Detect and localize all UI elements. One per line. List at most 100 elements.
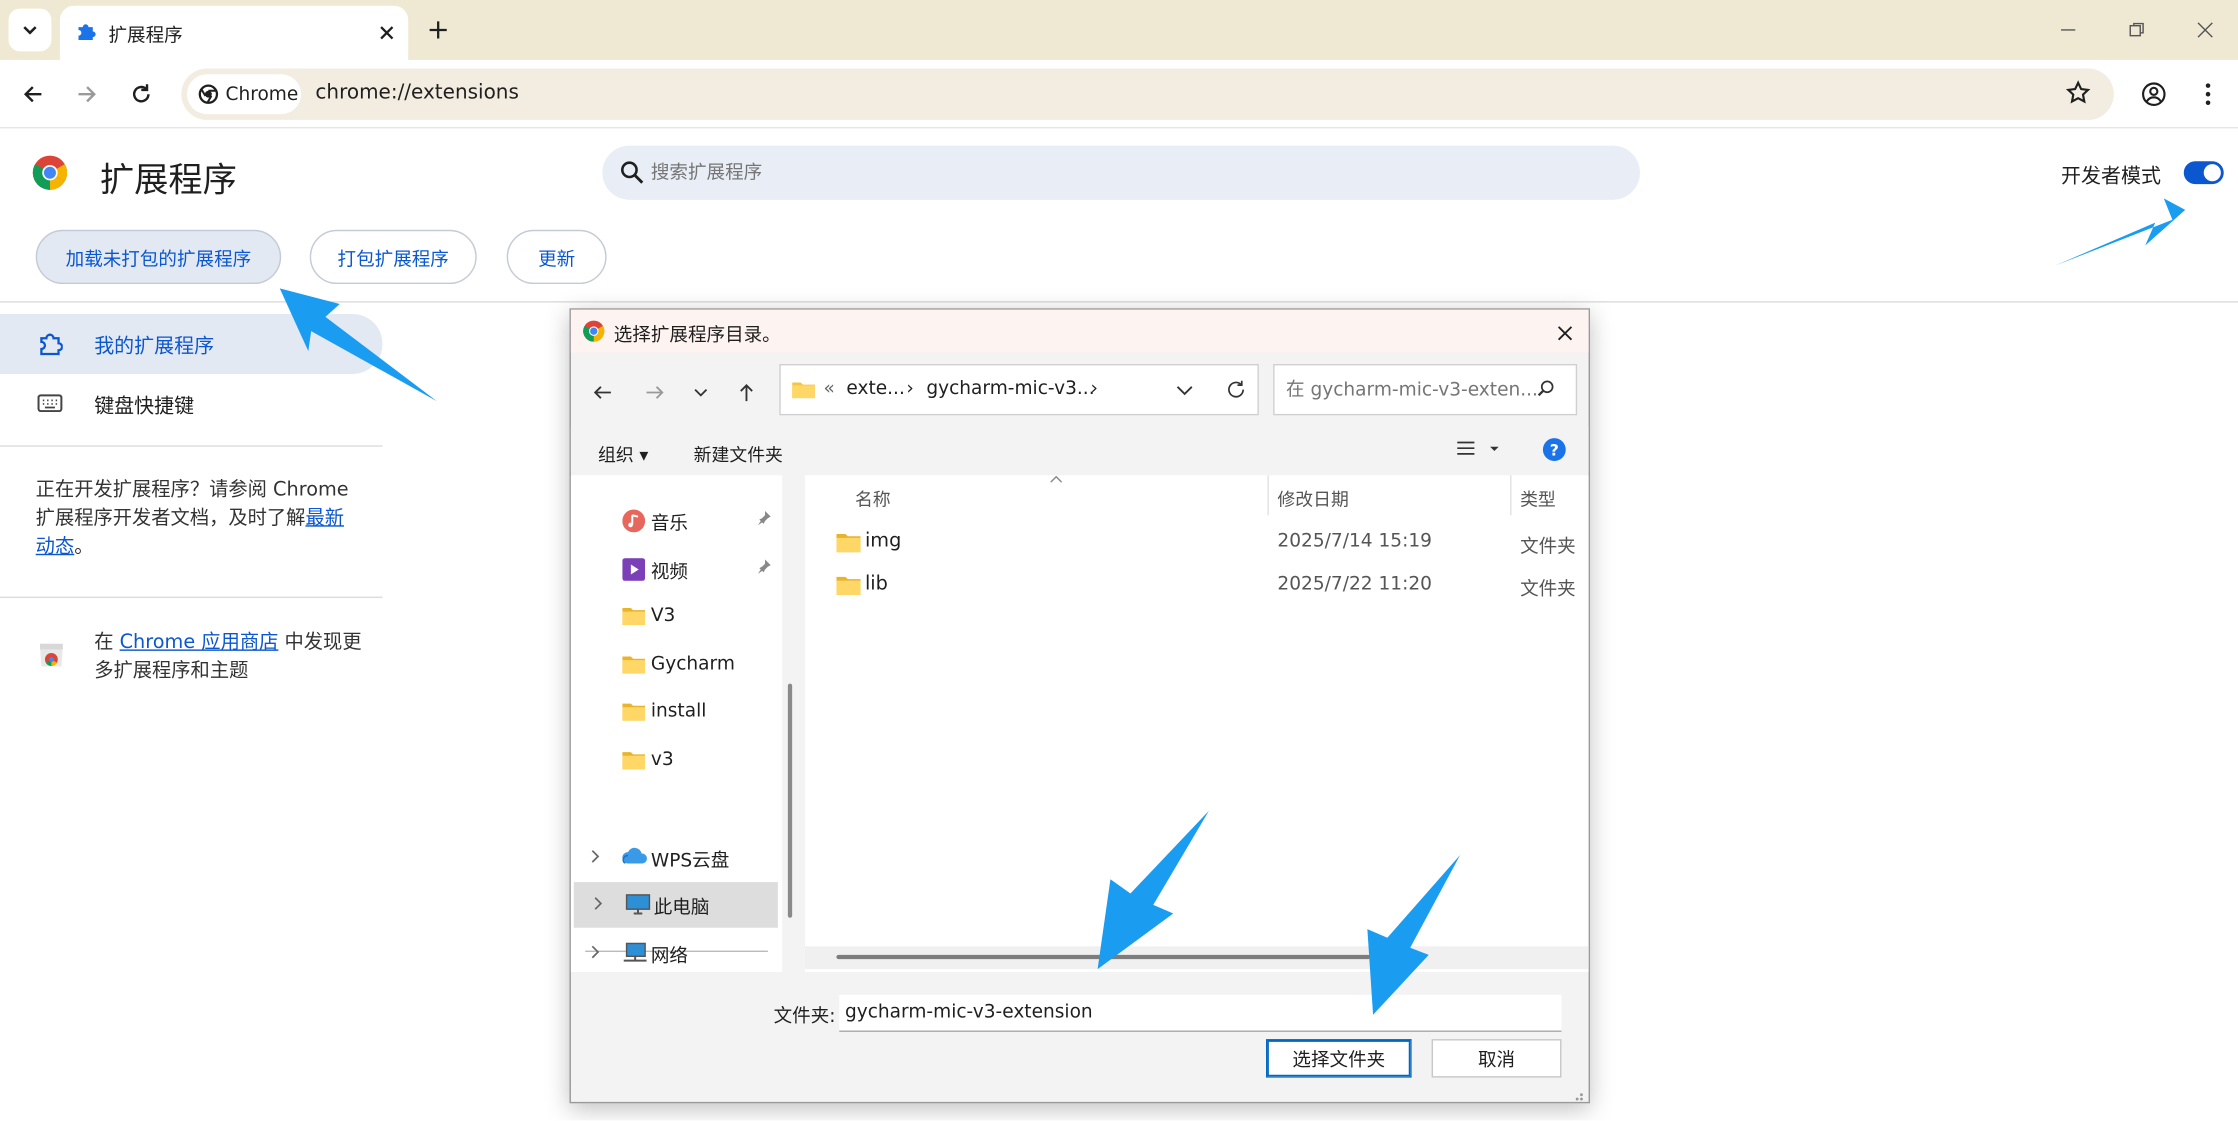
load-unpacked-button[interactable]: 加载未打包的扩展程序 — [35, 229, 282, 285]
reload-button[interactable] — [121, 74, 161, 114]
file-date: 2025/7/14 15:19 — [1277, 530, 1432, 553]
breadcrumb-item[interactable]: gycharm-mic-v3... — [926, 378, 1094, 399]
back-button[interactable] — [13, 74, 53, 114]
nav-item-folder[interactable]: Gycharm — [571, 644, 779, 687]
file-date: 2025/7/22 11:20 — [1277, 573, 1432, 596]
sidebar-item-keyboard-shortcuts[interactable]: 键盘快捷键 — [94, 391, 194, 420]
restore-button[interactable] — [2118, 11, 2155, 48]
profile-button[interactable] — [2134, 74, 2174, 114]
file-type: 文件夹 — [1520, 579, 1576, 601]
folder-icon — [622, 608, 646, 626]
folder-icon — [622, 703, 646, 721]
dialog-close-button[interactable] — [1550, 318, 1579, 347]
file-row[interactable]: lib 2025/7/22 11:20 文件夹 — [805, 564, 1589, 607]
network-icon — [623, 942, 647, 962]
web-store-link[interactable]: Chrome 应用商店 — [120, 631, 279, 654]
menu-button[interactable] — [2188, 74, 2228, 114]
tab-search-button[interactable] — [8, 8, 52, 52]
nav-item-label: 此电脑 — [653, 897, 710, 920]
developer-docs-note: 正在开发扩展程序？请参阅 Chrome 扩展程序开发者文档，及时了解最新动态。 — [36, 475, 350, 561]
resize-grip-icon[interactable] — [1570, 1088, 1584, 1102]
sort-up-icon — [1050, 475, 1062, 483]
dialog-forward-button[interactable] — [638, 375, 672, 409]
help-button[interactable]: ? — [1542, 438, 1566, 462]
nav-item-folder[interactable]: install — [571, 691, 779, 734]
breadcrumb-separator[interactable]: › — [906, 378, 913, 399]
tab-extensions[interactable]: 扩展程序 — [59, 5, 409, 60]
bookmark-button[interactable] — [2065, 80, 2091, 106]
folder-icon — [622, 656, 646, 674]
arrow-left-icon — [23, 86, 42, 103]
up-folder-button[interactable] — [729, 375, 763, 409]
folder-icon — [836, 534, 861, 553]
minimize-button[interactable] — [2050, 11, 2087, 48]
breadcrumb-overflow[interactable]: « — [824, 378, 835, 399]
search-input[interactable] — [650, 145, 1579, 200]
column-header-type[interactable]: 类型 — [1520, 484, 1556, 511]
nav-pane-scrollbar[interactable] — [787, 683, 793, 918]
sidebar-item-label: 我的扩展程序 — [94, 335, 215, 359]
sidebar-item-my-extensions[interactable]: 我的扩展程序 — [0, 314, 383, 374]
organize-button[interactable]: 组织 ▾ — [598, 440, 648, 467]
dialog-address-bar[interactable]: « exte... › gycharm-mic-v3... › — [779, 363, 1259, 416]
horizontal-scrollbar[interactable] — [804, 946, 1589, 970]
pin-icon — [757, 510, 771, 526]
nav-item-network[interactable]: 网络 — [571, 931, 779, 974]
breadcrumb-separator[interactable]: › — [1090, 378, 1097, 399]
nav-item-label: 视频 — [650, 562, 688, 584]
breadcrumb-item[interactable]: exte... — [846, 378, 904, 399]
column-separator[interactable] — [1510, 475, 1512, 516]
address-bar[interactable]: Chrome chrome://extensions — [181, 68, 2114, 120]
dialog-title-bar: 选择扩展程序目录。 — [570, 309, 1589, 353]
file-name: lib — [864, 572, 888, 596]
nav-item-label: WPS云盘 — [650, 850, 730, 873]
search-icon — [621, 161, 644, 184]
nav-item-music[interactable]: 音乐 — [571, 498, 779, 541]
chevron-down-icon — [694, 388, 708, 397]
close-tab-button[interactable] — [371, 17, 402, 48]
browser-window: 扩展程序 Chrome chrome://extensions 扩展程序 搜索扩… — [0, 0, 2238, 1121]
column-header-name[interactable]: 名称 — [855, 484, 891, 511]
dialog-back-button[interactable] — [585, 375, 619, 409]
dialog-search-input[interactable] — [1285, 365, 1543, 414]
url-text: chrome://extensions — [315, 81, 519, 105]
nav-item-this-pc[interactable]: 此电脑 — [573, 882, 778, 928]
refresh-icon[interactable] — [1226, 380, 1246, 400]
folder-icon — [622, 752, 646, 770]
folder-name-input[interactable] — [839, 994, 1562, 1032]
new-tab-button[interactable] — [422, 14, 453, 45]
close-icon — [2197, 22, 2213, 38]
nav-item-folder[interactable]: v3 — [571, 739, 779, 782]
web-store-note: 在 Chrome 应用商店 中发现更多扩展程序和主题 — [94, 628, 365, 685]
update-button[interactable]: 更新 — [506, 229, 607, 285]
dialog-search-box[interactable] — [1273, 363, 1578, 416]
forward-button[interactable] — [67, 74, 107, 114]
recent-locations-button[interactable] — [684, 375, 718, 409]
cancel-button[interactable]: 取消 — [1431, 1039, 1562, 1078]
nav-item-video[interactable]: 视频 — [571, 547, 779, 590]
chevron-down-icon[interactable] — [1176, 384, 1193, 398]
puzzle-icon — [78, 24, 96, 40]
developer-mode-toggle[interactable] — [2183, 161, 2224, 185]
extension-search[interactable] — [602, 145, 1640, 200]
chevron-right-icon — [591, 850, 600, 863]
restore-icon — [2129, 22, 2144, 37]
arrow-right-icon — [78, 86, 96, 103]
select-folder-button[interactable]: 选择文件夹 — [1266, 1039, 1412, 1078]
chrome-logo-icon — [583, 320, 605, 342]
scrollbar-thumb[interactable] — [836, 954, 1371, 960]
close-window-button[interactable] — [2187, 11, 2224, 48]
view-options-button[interactable] — [1456, 438, 1499, 458]
account-icon — [2142, 82, 2166, 106]
column-separator[interactable] — [1267, 475, 1269, 516]
column-header-date[interactable]: 修改日期 — [1277, 484, 1348, 511]
new-folder-button[interactable]: 新建文件夹 — [694, 440, 783, 467]
pack-extension-button[interactable]: 打包扩展程序 — [309, 229, 477, 285]
nav-item-folder[interactable]: V3 — [571, 595, 779, 638]
close-icon — [380, 26, 394, 40]
file-row[interactable]: img 2025/7/14 15:19 文件夹 — [805, 521, 1589, 564]
site-info-chip[interactable]: Chrome — [186, 74, 302, 115]
annotation-arrow — [2055, 198, 2186, 266]
nav-item-wps-cloud[interactable]: WPS云盘 — [571, 835, 779, 878]
chevron-right-icon — [591, 945, 600, 959]
